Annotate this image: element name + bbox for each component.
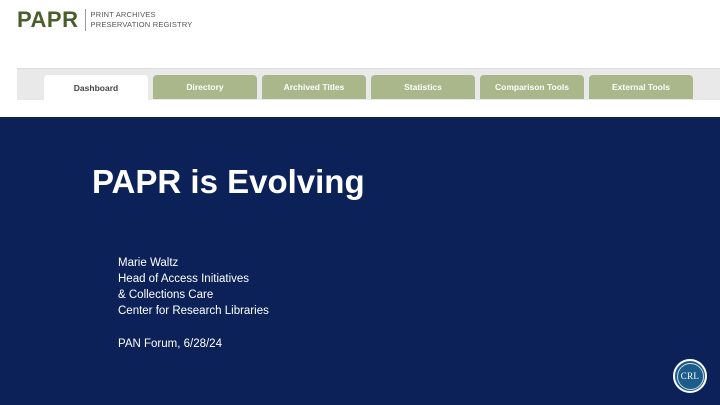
crl-seal-logo: CRL <box>673 359 707 393</box>
logo-subtitle: PRINT ARCHIVES PRESERVATION REGISTRY <box>91 10 193 30</box>
tab-statistics[interactable]: Statistics <box>371 75 475 99</box>
tab-statistics-label: Statistics <box>404 82 442 92</box>
crl-seal-text: CRL <box>676 362 704 390</box>
logo-wordmark: PAPR <box>17 7 79 32</box>
tab-comparison-tools-label: Comparison Tools <box>495 82 569 92</box>
tab-dashboard[interactable]: Dashboard <box>44 75 148 100</box>
logo-subtitle-line2: PRESERVATION REGISTRY <box>90 20 193 29</box>
tab-external-tools[interactable]: External Tools <box>589 75 693 99</box>
papr-logo[interactable]: PAPR PRINT ARCHIVES PRESERVATION REGISTR… <box>17 8 193 32</box>
slide-background <box>0 117 720 405</box>
logo-divider <box>84 9 86 31</box>
event-date: PAN Forum, 6/28/24 <box>118 338 222 350</box>
tab-external-tools-label: External Tools <box>612 82 670 92</box>
tab-archived-titles-label: Archived Titles <box>283 82 345 92</box>
tab-directory-label: Directory <box>186 82 224 92</box>
presenter-name: Marie Waltz <box>118 257 179 269</box>
tab-directory[interactable]: Directory <box>153 75 257 99</box>
presenter-role-line1: Head of Access Initiatives <box>118 273 250 285</box>
tab-archived-titles[interactable]: Archived Titles <box>262 75 366 99</box>
presenter-role-line2: & Collections Care <box>118 289 214 301</box>
tab-dashboard-label: Dashboard <box>73 82 119 93</box>
tab-comparison-tools[interactable]: Comparison Tools <box>480 75 584 99</box>
slide-title: PAPR is Evolving <box>92 163 365 200</box>
presenter-organization: Center for Research Libraries <box>118 305 269 317</box>
logo-subtitle-line1: PRINT ARCHIVES <box>90 10 156 19</box>
